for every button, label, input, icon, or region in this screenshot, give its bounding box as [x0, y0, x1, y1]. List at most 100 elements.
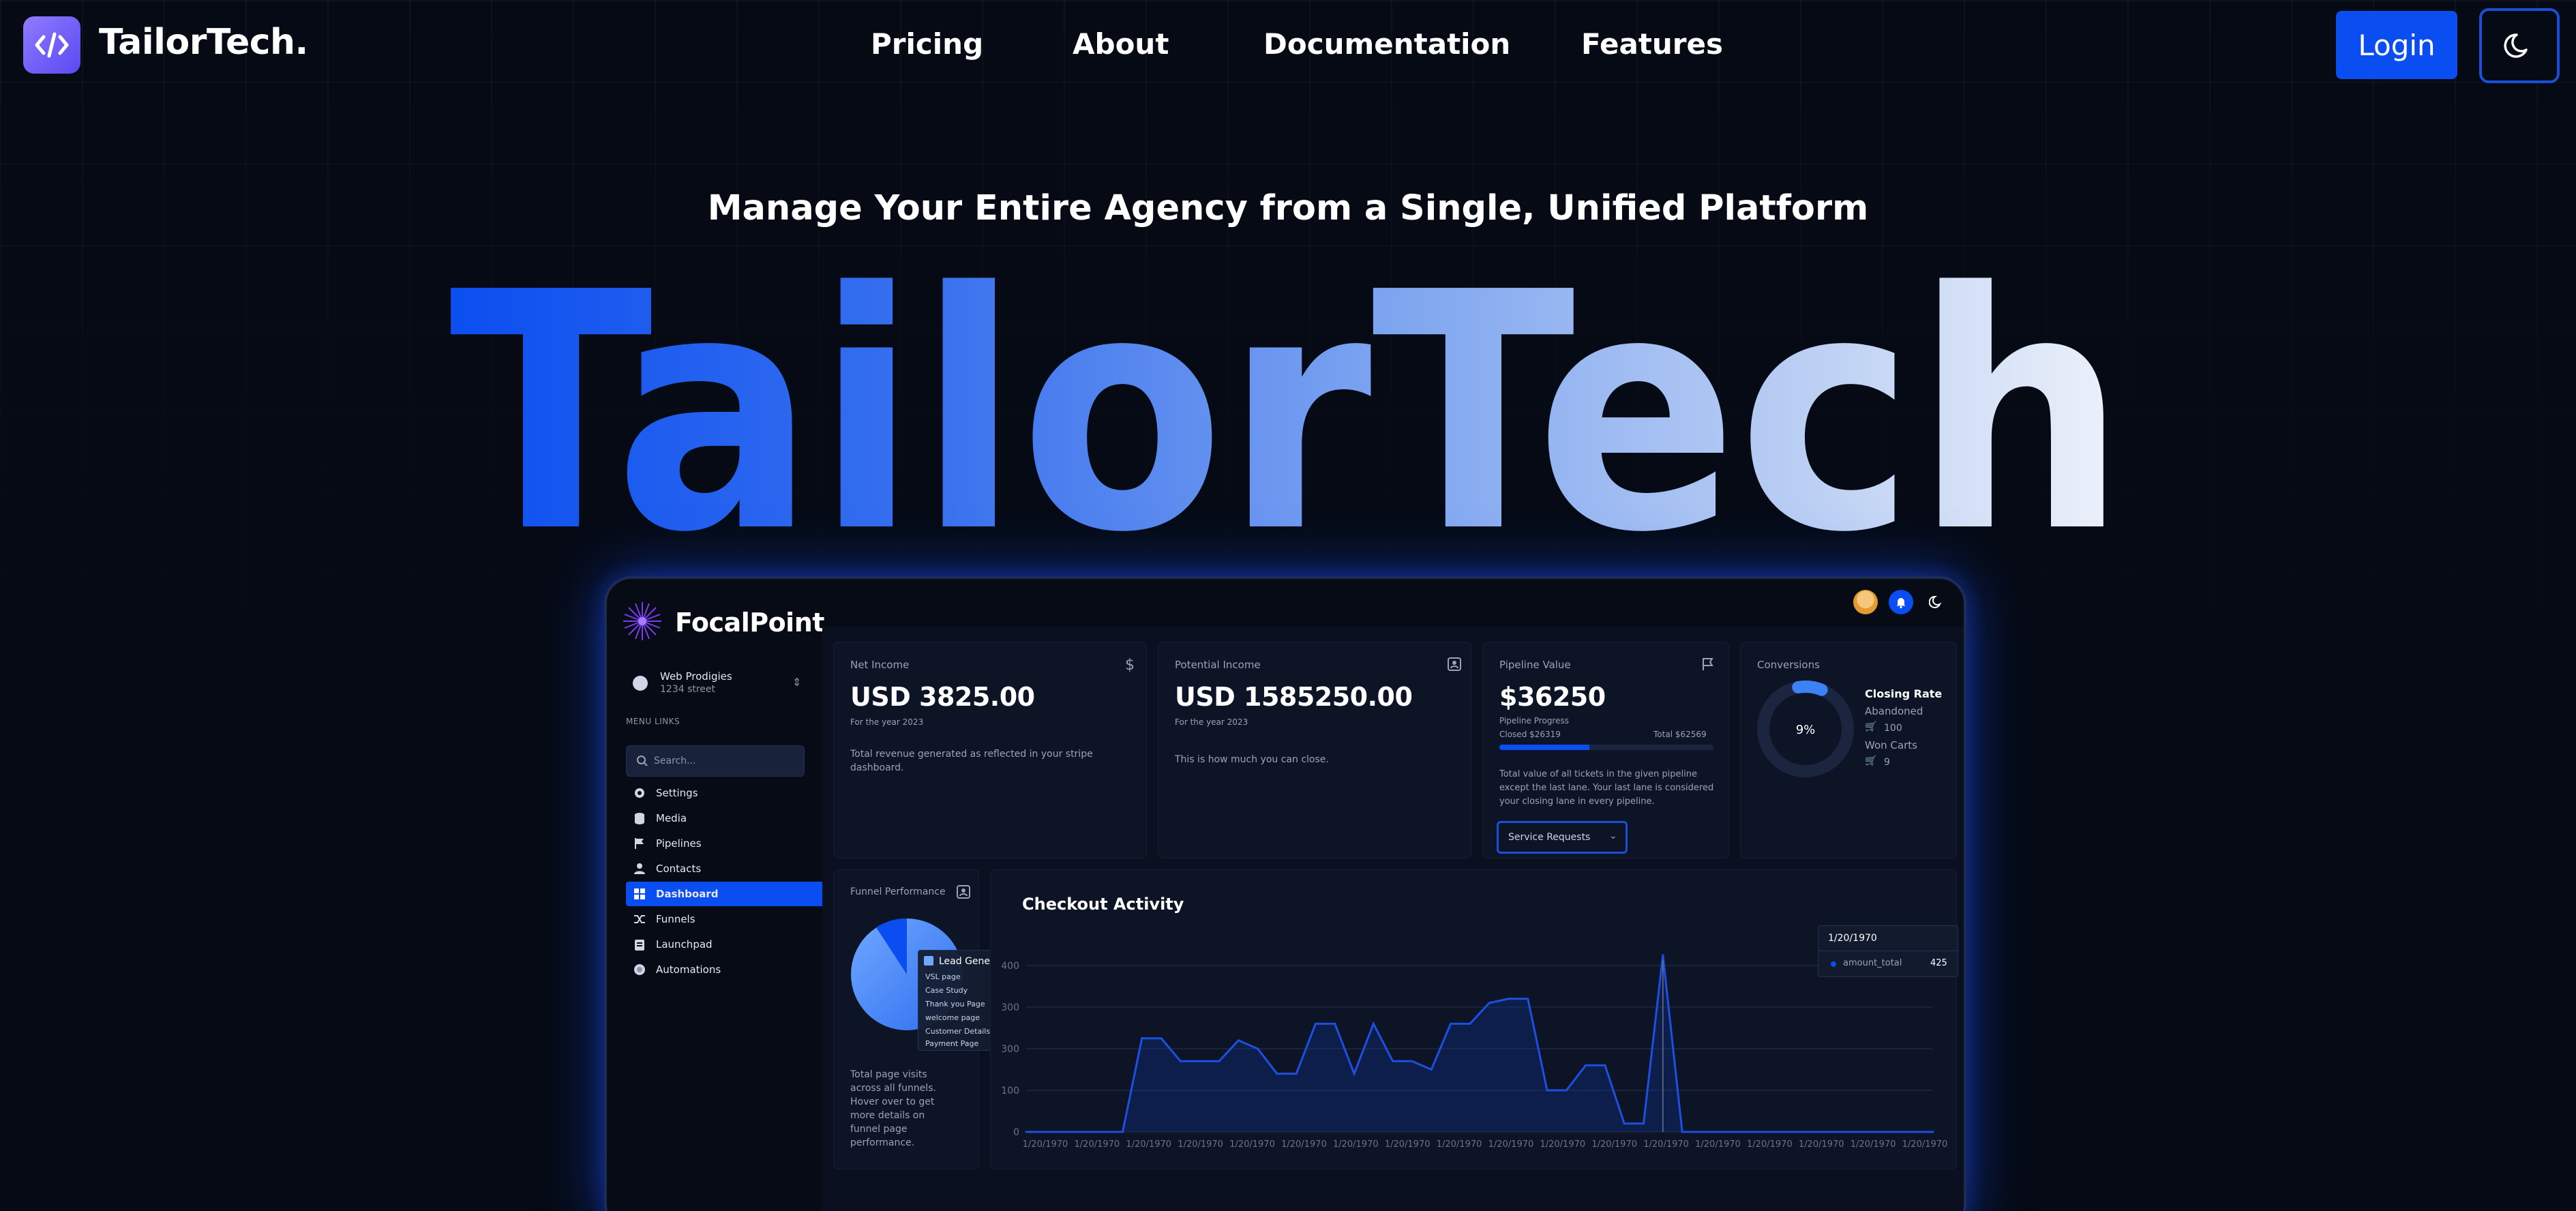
data-point[interactable] — [1662, 954, 1664, 957]
y-tick-label: 100 — [1001, 1086, 1019, 1096]
data-point[interactable] — [1044, 1131, 1047, 1133]
sidebar-item-contacts[interactable]: Contacts — [626, 856, 824, 881]
database-icon — [635, 813, 644, 824]
tooltip-row-label: VSL page — [925, 972, 961, 981]
data-point[interactable] — [1121, 1131, 1124, 1133]
top-navbar: TailorTech. Pricing About Documentation … — [0, 0, 2576, 91]
funnel-description: Total page visits across all funnels. Ho… — [850, 1069, 936, 1148]
data-point[interactable] — [1314, 1022, 1317, 1025]
data-point[interactable] — [1913, 1131, 1915, 1133]
data-point[interactable] — [1199, 1060, 1201, 1062]
data-point[interactable] — [1623, 1122, 1626, 1125]
clipboard-icon — [635, 940, 644, 951]
checkout-area-chart[interactable]: 01003003004001/20/1970 1/20/1970 1/20/1970… — [991, 870, 1958, 1170]
account-switcher[interactable]: Web Prodigies 1234 street ⇕ — [622, 663, 802, 707]
nav-link-pricing[interactable]: Pricing — [871, 27, 983, 61]
data-point[interactable] — [1604, 1064, 1606, 1066]
x-tick-label: 1/20/1970 — [1695, 1139, 1741, 1150]
notifications-button[interactable] — [1889, 590, 1913, 614]
data-point[interactable] — [1430, 1068, 1433, 1071]
data-point[interactable] — [1643, 1122, 1645, 1125]
data-point[interactable] — [1700, 1131, 1703, 1133]
flag-icon — [1698, 655, 1718, 674]
data-point[interactable] — [1025, 1131, 1028, 1133]
x-tick-label: 1/20/1970 — [1540, 1139, 1585, 1150]
data-point[interactable] — [1450, 1022, 1452, 1025]
pipeline-description: Total value of all tickets in the given … — [1499, 769, 1714, 807]
data-point[interactable] — [1392, 1060, 1394, 1062]
data-point[interactable] — [1546, 1089, 1548, 1092]
data-point[interactable] — [1295, 1073, 1298, 1075]
data-point[interactable] — [1257, 1047, 1259, 1050]
data-point[interactable] — [1276, 1073, 1278, 1075]
data-point[interactable] — [1585, 1064, 1587, 1066]
data-point[interactable] — [1893, 1131, 1896, 1133]
data-point[interactable] — [1507, 998, 1510, 1000]
x-tick-label: 1/20/1970 — [1229, 1139, 1275, 1150]
data-point[interactable] — [1469, 1022, 1471, 1025]
sidebar-item-media[interactable]: Media — [626, 806, 824, 831]
data-point[interactable] — [1874, 1131, 1876, 1133]
data-point[interactable] — [1739, 1131, 1741, 1133]
data-point[interactable] — [1816, 1131, 1818, 1133]
tooltip-series: amount_total — [1843, 958, 1902, 968]
data-point[interactable] — [1372, 1022, 1375, 1025]
sidebar-item-funnels[interactable]: Funnels — [626, 907, 824, 931]
x-tick-label: 1/20/1970 — [1488, 1139, 1534, 1150]
tooltip-value: 425 — [1930, 958, 1947, 968]
sidebar-item-settings[interactable]: Settings — [626, 781, 824, 805]
net-income-period: For the year 2023 — [850, 717, 924, 727]
data-point[interactable] — [1334, 1022, 1336, 1025]
series-area-amount-total — [1026, 955, 1933, 1132]
search-placeholder: Search... — [654, 756, 696, 766]
code-logo-icon[interactable] — [23, 16, 80, 74]
data-point[interactable] — [1179, 1060, 1182, 1062]
data-point[interactable] — [1565, 1089, 1568, 1092]
automation-icon — [634, 964, 645, 975]
sidebar-item-automations[interactable]: Automations — [626, 957, 824, 982]
nav-link-documentation[interactable]: Documentation — [1263, 27, 1510, 61]
data-point[interactable] — [1778, 1131, 1780, 1133]
account-name: Web Prodigies — [660, 670, 732, 683]
data-point[interactable] — [1411, 1060, 1413, 1062]
data-point[interactable] — [1932, 1131, 1934, 1133]
cart-icon-won: 🛒 — [1865, 756, 1877, 766]
pipeline-total: Total $62569 — [1653, 730, 1707, 739]
app-theme-toggle[interactable] — [1926, 591, 1947, 613]
data-point[interactable] — [1758, 1131, 1761, 1133]
data-point[interactable] — [1527, 998, 1529, 1000]
sidebar-item-pipelines[interactable]: Pipelines — [626, 831, 824, 856]
nav-link-features[interactable]: Features — [1581, 27, 1723, 61]
data-point[interactable] — [1681, 1131, 1683, 1133]
brand-name[interactable]: TailorTech. — [99, 22, 308, 63]
data-point[interactable] — [1720, 1131, 1722, 1133]
pipeline-select[interactable]: Service Requests ⌄ — [1497, 821, 1628, 854]
chevron-updown-icon: ⇕ — [792, 676, 802, 689]
user-avatar[interactable] — [1853, 590, 1878, 614]
data-point[interactable] — [1218, 1060, 1220, 1062]
data-point[interactable] — [1102, 1131, 1105, 1133]
data-point[interactable] — [1160, 1037, 1163, 1040]
data-point[interactable] — [1488, 1002, 1491, 1004]
data-point[interactable] — [1836, 1131, 1838, 1133]
nav-link-about[interactable]: About — [1073, 27, 1169, 61]
data-point[interactable] — [1237, 1039, 1240, 1042]
data-point[interactable] — [1855, 1131, 1857, 1133]
user-icon — [634, 863, 645, 874]
data-point[interactable] — [1083, 1131, 1085, 1133]
hero-title-text: TailorTech — [449, 232, 2127, 545]
sidebar-item-launchpad[interactable]: Launchpad — [626, 932, 824, 957]
funnel-label: Funnel Performance — [850, 886, 946, 897]
contact-card-icon — [954, 882, 973, 901]
login-button[interactable]: Login — [2336, 11, 2457, 79]
sidebar-item-dashboard[interactable]: Dashboard — [626, 882, 824, 906]
sidebar-search-input[interactable]: Search... — [626, 745, 805, 777]
net-income-label: Net Income — [850, 659, 910, 671]
data-point[interactable] — [1353, 1073, 1356, 1075]
hero-subtitle: Manage Your Entire Agency from a Single,… — [707, 188, 1869, 228]
theme-toggle-button[interactable] — [2479, 8, 2560, 83]
data-point[interactable] — [1141, 1037, 1143, 1040]
potential-income-value: USD 1585250.00 — [1175, 682, 1413, 712]
data-point[interactable] — [1797, 1131, 1799, 1133]
data-point[interactable] — [1064, 1131, 1066, 1133]
